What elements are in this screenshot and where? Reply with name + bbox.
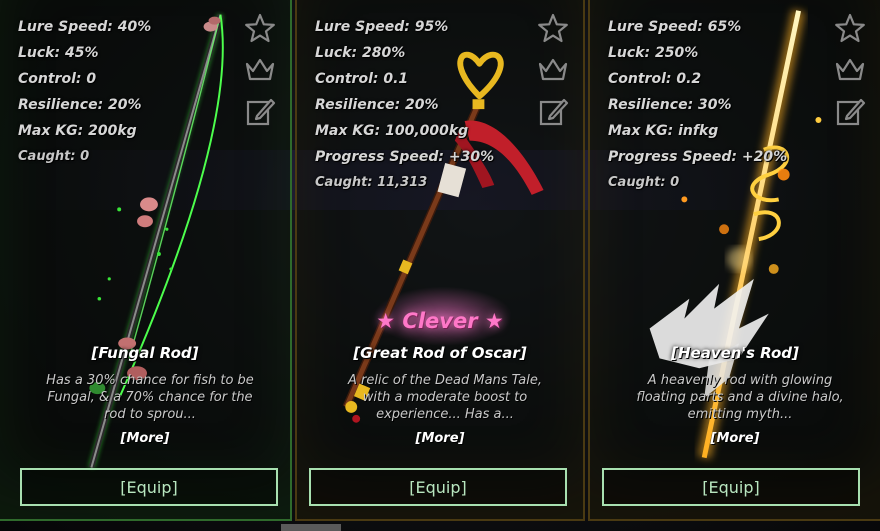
equip-button[interactable]: [Equip] [20, 468, 278, 506]
crown-icon[interactable] [834, 54, 866, 86]
stat-max-kg: Max KG: 100,000kg [315, 123, 469, 139]
equip-button[interactable]: [Equip] [602, 468, 860, 506]
rod-stats: Lure Speed: 95% Luck: 280% Control: 0.1 … [315, 14, 494, 196]
stat-resilience: Resilience: 20% [18, 97, 142, 113]
stat-resilience: Resilience: 20% [315, 97, 439, 113]
more-link[interactable]: [More] [297, 431, 583, 446]
scroll-indicator[interactable] [281, 524, 341, 531]
rod-name: [Great Rod of Oscar] [353, 344, 527, 362]
edit-icon[interactable] [537, 96, 569, 128]
rod-description: A relic of the Dead Mans Tale, with a mo… [348, 373, 542, 422]
star-icon[interactable] [244, 12, 276, 44]
stat-control: Control: 0.2 [608, 71, 702, 87]
stat-resilience: Resilience: 30% [608, 97, 732, 113]
stat-lure-speed: Lure Speed: 40% [18, 19, 152, 35]
stat-caught: Caught: 0 [18, 149, 90, 164]
stat-lure-speed: Lure Speed: 95% [315, 19, 449, 35]
rod-name: [Heaven's Rod] [671, 344, 799, 362]
rod-card-fungal: Lure Speed: 40% Luck: 45% Control: 0 Res… [0, 0, 292, 521]
mutation-label: ★ Clever ★ [376, 309, 504, 333]
stat-luck: Luck: 280% [315, 45, 406, 61]
stat-control: Control: 0.1 [315, 71, 409, 87]
rod-card-great-rod-of-oscar: Lure Speed: 95% Luck: 280% Control: 0.1 … [295, 0, 585, 521]
rod-description: A heavenly rod with glowing floating par… [636, 373, 844, 422]
crown-icon[interactable] [537, 54, 569, 86]
stat-caught: Caught: 11,313 [315, 175, 428, 190]
edit-icon[interactable] [834, 96, 866, 128]
equip-button[interactable]: [Equip] [309, 468, 567, 506]
rod-stats: Lure Speed: 40% Luck: 45% Control: 0 Res… [18, 14, 151, 170]
star-icon[interactable] [537, 12, 569, 44]
more-link[interactable]: [More] [590, 431, 880, 446]
rod-stats: Lure Speed: 65% Luck: 250% Control: 0.2 … [608, 14, 787, 196]
stat-caught: Caught: 0 [608, 175, 680, 190]
rod-name: [Fungal Rod] [91, 344, 199, 362]
stat-luck: Luck: 250% [608, 45, 699, 61]
stat-control: Control: 0 [18, 71, 97, 87]
stat-progress-speed: Progress Speed: +20% [608, 149, 788, 165]
star-icon[interactable] [834, 12, 866, 44]
stat-lure-speed: Lure Speed: 65% [608, 19, 742, 35]
crown-icon[interactable] [244, 54, 276, 86]
more-link[interactable]: [More] [0, 431, 290, 446]
rod-card-heavens-rod: Lure Speed: 65% Luck: 250% Control: 0.2 … [588, 0, 880, 521]
edit-icon[interactable] [244, 96, 276, 128]
stat-progress-speed: Progress Speed: +30% [315, 149, 495, 165]
stat-luck: Luck: 45% [18, 45, 99, 61]
stat-max-kg: Max KG: 200kg [18, 123, 137, 139]
rod-description: Has a 30% chance for fish to be Fungal, … [46, 373, 254, 422]
stat-max-kg: Max KG: infkg [608, 123, 719, 139]
